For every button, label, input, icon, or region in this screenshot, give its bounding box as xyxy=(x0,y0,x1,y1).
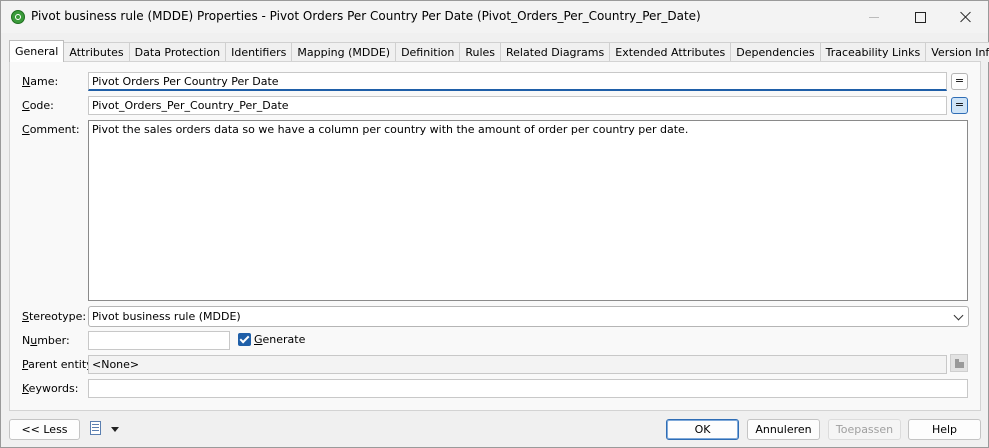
name-field[interactable]: Pivot Orders Per Country Per Date xyxy=(88,72,947,91)
print-dropdown-arrow-icon[interactable] xyxy=(111,427,119,432)
stereotype-value: Pivot business rule (MDDE) xyxy=(92,310,241,323)
tab-mapping-mdde[interactable]: Mapping (MDDE) xyxy=(291,42,397,62)
print-line xyxy=(92,424,99,425)
name-sync-button[interactable]: = xyxy=(951,73,968,90)
cancel-button[interactable]: Annuleren xyxy=(747,419,820,440)
window-title: Pivot business rule (MDDE) Properties - … xyxy=(31,9,701,23)
properties-icon[interactable] xyxy=(950,354,968,372)
close-button[interactable] xyxy=(944,1,988,33)
print-line xyxy=(92,427,99,428)
comment-label: Comment: xyxy=(22,123,80,136)
keywords-field[interactable] xyxy=(88,379,968,398)
tab-rules[interactable]: Rules xyxy=(459,42,502,62)
properties-dialog: Pivot business rule (MDDE) Properties - … xyxy=(0,0,989,448)
tab-dependencies[interactable]: Dependencies xyxy=(730,42,821,62)
tab-version-info[interactable]: Version Info xyxy=(925,42,989,62)
stereotype-label: Stereotype: xyxy=(22,310,87,323)
print-line xyxy=(92,430,99,431)
parent-entity-label: Parent entity: xyxy=(22,358,96,371)
number-label: Number: xyxy=(22,334,70,347)
comment-textarea[interactable]: Pivot the sales orders data so we have a… xyxy=(88,120,968,301)
tab-identifiers[interactable]: Identifiers xyxy=(225,42,293,62)
maximize-button[interactable] xyxy=(898,1,942,33)
apply-button[interactable]: Toepassen xyxy=(828,419,901,440)
close-icon xyxy=(960,11,972,23)
tab-data-protection[interactable]: Data Protection xyxy=(128,42,227,62)
tab-general[interactable]: General xyxy=(9,40,65,62)
less-button[interactable]: << Less xyxy=(9,419,80,440)
chevron-down-icon xyxy=(953,310,964,321)
maximize-icon xyxy=(914,11,926,23)
ok-button[interactable]: OK xyxy=(666,419,739,440)
tab-attributes[interactable]: Attributes xyxy=(63,42,130,62)
parent-entity-field: <None> xyxy=(88,355,947,374)
generate-checkbox[interactable] xyxy=(238,333,251,346)
generate-label[interactable]: Generate xyxy=(254,333,305,346)
code-label: Code: xyxy=(22,99,54,112)
minimize-icon xyxy=(869,16,879,18)
business-rule-icon xyxy=(11,10,25,24)
code-sync-button[interactable]: = xyxy=(951,97,968,114)
code-field[interactable]: Pivot_Orders_Per_Country_Per_Date xyxy=(88,96,947,115)
stereotype-select[interactable]: Pivot business rule (MDDE) xyxy=(88,306,969,327)
tab-traceability-links[interactable]: Traceability Links xyxy=(819,42,927,62)
tab-extended-attributes[interactable]: Extended Attributes xyxy=(609,42,732,62)
print-icon[interactable] xyxy=(89,421,103,437)
keywords-label: Keywords: xyxy=(22,382,79,395)
tab-definition[interactable]: Definition xyxy=(395,42,461,62)
name-label: Name: xyxy=(22,75,59,88)
help-button[interactable]: Help xyxy=(908,419,981,440)
number-field[interactable] xyxy=(88,331,230,350)
minimize-button[interactable] xyxy=(852,1,896,33)
title-bar[interactable]: Pivot business rule (MDDE) Properties - … xyxy=(1,1,988,33)
tab-related-diagrams[interactable]: Related Diagrams xyxy=(500,42,611,62)
tab-strip: General Attributes Data Protection Ident… xyxy=(9,40,989,62)
